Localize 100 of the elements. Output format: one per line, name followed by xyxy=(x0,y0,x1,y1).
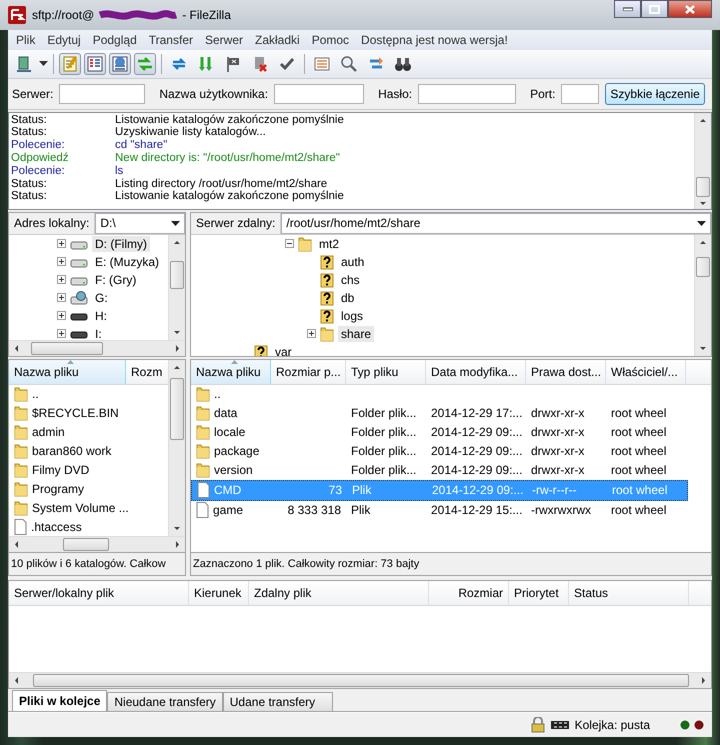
tree-item[interactable]: G: xyxy=(92,290,111,306)
expand-icon[interactable] xyxy=(57,257,66,266)
scrollbar[interactable] xyxy=(694,112,711,209)
expand-icon[interactable] xyxy=(307,329,316,338)
minimize-button[interactable] xyxy=(614,0,641,18)
column-header[interactable]: Właściciel/... xyxy=(606,360,686,384)
scrollbar[interactable] xyxy=(9,536,185,552)
list-icon[interactable] xyxy=(313,54,331,73)
menu-item[interactable]: Dostępna jest nowa wersja! xyxy=(355,32,514,47)
tree-item[interactable]: var xyxy=(272,344,295,356)
folder-icon xyxy=(14,405,28,422)
server-icon[interactable] xyxy=(15,54,33,73)
file-row[interactable]: locale Folder plik... 2014-12-29 09:... drwxr-xr-x root wheel xyxy=(191,422,686,442)
column-header[interactable]: Rozmiar xyxy=(429,580,509,605)
input-field[interactable] xyxy=(561,84,600,104)
file-name[interactable]: admin xyxy=(9,422,70,442)
scrollbar-thumb[interactable] xyxy=(170,260,184,289)
table-cell: 2014-12-29 09:... xyxy=(431,463,522,478)
close-icon[interactable] xyxy=(685,4,695,14)
maximize-button[interactable] xyxy=(641,0,668,18)
scrollbar-thumb[interactable] xyxy=(696,176,710,197)
tree-item[interactable]: I: xyxy=(92,326,105,340)
table-cell: 2014-12-29 09:... xyxy=(431,444,522,458)
file-row[interactable]: data Folder plik... 2014-12-29 17:... drwxr-xr-x root wheel xyxy=(191,404,686,423)
input-field[interactable] xyxy=(274,84,364,104)
file-row[interactable]: game 8 333 318 Plik 2014-12-29 15:... -rwxrwxrwx root wheel xyxy=(191,500,686,520)
filter-icon[interactable] xyxy=(197,54,215,73)
menu-item[interactable]: Zakładki xyxy=(249,32,306,47)
tree-item[interactable]: D: (Filmy) xyxy=(92,236,150,252)
tree-item[interactable]: logs xyxy=(338,308,366,324)
column-header[interactable]: Serwer/lokalny plik xyxy=(9,580,189,605)
column-header[interactable]: Data modyfika... xyxy=(426,360,526,384)
scrollbar[interactable] xyxy=(168,360,185,536)
menu-item[interactable]: Edytuj xyxy=(41,32,87,47)
tree-item[interactable]: db xyxy=(338,290,358,306)
column-header[interactable]: Prawa dost... xyxy=(526,360,606,384)
search-icon[interactable] xyxy=(340,54,358,73)
input-field[interactable] xyxy=(418,84,516,104)
tree-item[interactable]: E: (Muzyka) xyxy=(92,254,162,270)
file-row[interactable]: package Folder plik... 2014-12-29 09:... drwxr-xr-x root wheel xyxy=(191,442,686,461)
dropdown-caret-icon[interactable] xyxy=(171,220,180,226)
menu-item[interactable]: Transfer xyxy=(142,32,199,47)
column-header[interactable]: Typ pliku xyxy=(346,360,426,384)
file-name[interactable]: Programy xyxy=(9,480,90,499)
quickconnect-button[interactable]: Szybkie łączenie xyxy=(605,82,705,105)
tab[interactable]: Nieudane transfery xyxy=(107,692,223,712)
file-name[interactable]: .htaccess xyxy=(9,518,87,536)
scrollbar-thumb[interactable] xyxy=(696,256,710,277)
file-name[interactable]: .. xyxy=(9,384,44,404)
minimize-icon[interactable] xyxy=(622,7,632,11)
file-row[interactable]: version Folder plik... 2014-12-29 09:... drwxr-xr-x root wheel xyxy=(191,460,686,480)
close-button[interactable] xyxy=(668,0,712,18)
input-field[interactable] xyxy=(59,84,146,104)
scrollbar-thumb[interactable] xyxy=(63,538,109,551)
table-cell: CMD xyxy=(214,483,242,498)
menu-item[interactable]: Serwer xyxy=(198,32,249,47)
scrollbar-thumb[interactable] xyxy=(170,378,184,440)
tab[interactable]: Pliki w kolejce xyxy=(12,690,108,712)
table-cell: -rwxrwxrwx xyxy=(531,503,591,518)
file-name[interactable]: System Volume ... xyxy=(9,498,134,518)
column-header[interactable]: Kierunek xyxy=(189,580,249,605)
dropdown-caret-icon[interactable] xyxy=(697,220,706,226)
expand-icon[interactable] xyxy=(57,239,66,248)
file-row[interactable]: .. xyxy=(191,384,686,404)
tree-item[interactable]: F: (Gry) xyxy=(92,272,140,288)
file-name[interactable]: Filmy DVD xyxy=(9,460,94,480)
column-header[interactable]: Status xyxy=(569,580,689,605)
column-header[interactable]: Zdalny plik xyxy=(249,580,429,605)
column-header[interactable]: Rozmiar p... xyxy=(271,360,346,384)
tree-item[interactable]: share xyxy=(338,326,374,342)
expand-icon[interactable] xyxy=(57,311,66,320)
folder-icon xyxy=(196,405,210,422)
tree-item[interactable]: auth xyxy=(338,254,368,270)
expand-icon[interactable] xyxy=(57,293,66,302)
scrollbar-thumb[interactable] xyxy=(33,674,689,688)
question-folder-icon xyxy=(320,290,334,306)
file-name[interactable]: baran860 work xyxy=(9,442,116,461)
column-header[interactable]: Nazwa pliku xyxy=(9,360,126,384)
collapse-icon[interactable] xyxy=(285,239,294,248)
menu-item[interactable]: Podgląd xyxy=(86,32,143,47)
menu-item[interactable]: Plik xyxy=(10,32,42,47)
file-name[interactable]: $RECYCLE.BIN xyxy=(9,404,124,423)
tree-item[interactable]: H: xyxy=(92,308,110,324)
expand-icon[interactable] xyxy=(57,329,66,338)
tree-item[interactable]: mt2 xyxy=(316,236,342,252)
scrollbar[interactable] xyxy=(694,234,711,356)
column-header[interactable]: Nazwa pliku xyxy=(191,360,271,384)
expand-icon[interactable] xyxy=(57,275,66,284)
tab[interactable]: Udane transfery xyxy=(222,692,333,712)
address-field[interactable]: /root/usr/home/mt2/share xyxy=(281,212,711,234)
address-field[interactable]: D:\ xyxy=(95,212,185,234)
tree-item[interactable]: chs xyxy=(338,272,363,288)
scrollbar-thumb[interactable] xyxy=(31,342,103,355)
scrollbar[interactable] xyxy=(9,340,185,356)
scrollbar[interactable] xyxy=(168,234,185,340)
menu-item[interactable]: Pomoc xyxy=(306,32,356,47)
table-cell: data xyxy=(214,406,238,420)
caret-icon[interactable] xyxy=(39,61,48,66)
column-header[interactable]: Priorytet xyxy=(509,580,569,605)
scrollbar[interactable] xyxy=(9,672,711,688)
